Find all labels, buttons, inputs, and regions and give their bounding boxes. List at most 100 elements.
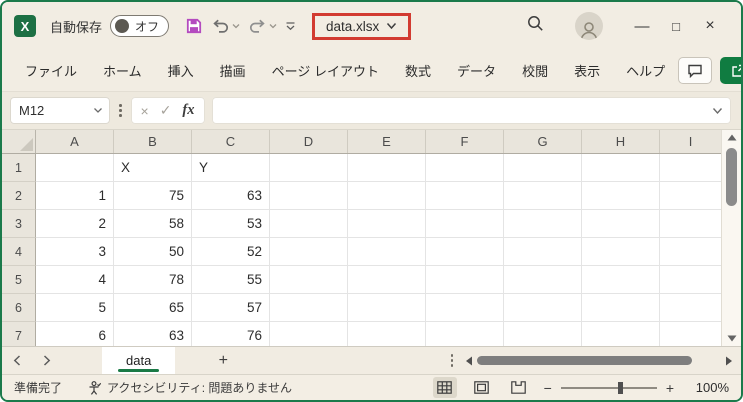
zoom-level[interactable]: 100% bbox=[687, 380, 729, 395]
account-avatar[interactable] bbox=[575, 12, 603, 40]
row-header-6[interactable]: 6 bbox=[2, 294, 36, 322]
ribbon-tab-8[interactable]: 校閲 bbox=[509, 53, 561, 88]
sheet-tab-data[interactable]: data bbox=[102, 347, 175, 374]
minimize-button[interactable]: — bbox=[625, 14, 659, 39]
enter-entry-icon[interactable]: ✓ bbox=[160, 102, 172, 119]
scroll-up-icon[interactable] bbox=[727, 134, 737, 141]
save-button[interactable] bbox=[183, 14, 205, 38]
cell-F6[interactable] bbox=[426, 294, 504, 322]
cell-D7[interactable] bbox=[270, 322, 348, 346]
redo-button[interactable] bbox=[246, 15, 279, 38]
accessibility-status[interactable]: アクセシビリティ: 問題ありません bbox=[88, 379, 292, 396]
column-header-E[interactable]: E bbox=[348, 130, 426, 153]
cell-A6[interactable]: 5 bbox=[36, 294, 114, 322]
comments-button[interactable] bbox=[678, 57, 712, 84]
cell-E5[interactable] bbox=[348, 266, 426, 294]
ribbon-tab-2[interactable]: ホーム bbox=[90, 53, 155, 88]
row-header-3[interactable]: 3 bbox=[2, 210, 36, 238]
scroll-right-icon[interactable] bbox=[725, 356, 733, 366]
cell-D5[interactable] bbox=[270, 266, 348, 294]
cell-I1[interactable] bbox=[660, 154, 721, 182]
cell-B4[interactable]: 50 bbox=[114, 238, 192, 266]
cell-F4[interactable] bbox=[426, 238, 504, 266]
cell-H1[interactable] bbox=[582, 154, 660, 182]
column-header-F[interactable]: F bbox=[426, 130, 504, 153]
cell-D4[interactable] bbox=[270, 238, 348, 266]
ribbon-tab-4[interactable]: 描画 bbox=[207, 53, 259, 88]
cell-B2[interactable]: 75 bbox=[114, 182, 192, 210]
name-box-dropdown-icon[interactable] bbox=[93, 107, 103, 114]
cell-F2[interactable] bbox=[426, 182, 504, 210]
cell-H3[interactable] bbox=[582, 210, 660, 238]
zoom-out-button[interactable]: − bbox=[544, 380, 552, 396]
cell-H5[interactable] bbox=[582, 266, 660, 294]
cell-C2[interactable]: 63 bbox=[192, 182, 270, 210]
cell-F7[interactable] bbox=[426, 322, 504, 346]
vertical-scrollbar[interactable] bbox=[721, 130, 741, 346]
name-box[interactable]: M12 bbox=[10, 97, 110, 124]
cell-C5[interactable]: 55 bbox=[192, 266, 270, 294]
cell-A1[interactable] bbox=[36, 154, 114, 182]
horizontal-scrollbar-track[interactable] bbox=[477, 356, 721, 366]
column-header-B[interactable]: B bbox=[114, 130, 192, 153]
expand-formula-bar-icon[interactable] bbox=[712, 107, 723, 115]
zoom-slider[interactable] bbox=[561, 387, 657, 389]
normal-view-button[interactable] bbox=[433, 377, 457, 398]
ribbon-tab-6[interactable]: 数式 bbox=[392, 53, 444, 88]
row-header-1[interactable]: 1 bbox=[2, 154, 36, 182]
cell-I3[interactable] bbox=[660, 210, 721, 238]
page-layout-view-button[interactable] bbox=[470, 377, 494, 398]
column-header-C[interactable]: C bbox=[192, 130, 270, 153]
cell-H4[interactable] bbox=[582, 238, 660, 266]
horizontal-scrollbar[interactable] bbox=[465, 356, 733, 366]
cell-A3[interactable]: 2 bbox=[36, 210, 114, 238]
cell-B7[interactable]: 63 bbox=[114, 322, 192, 346]
page-break-preview-button[interactable] bbox=[507, 377, 531, 398]
cell-A5[interactable]: 4 bbox=[36, 266, 114, 294]
cell-A2[interactable]: 1 bbox=[36, 182, 114, 210]
vertical-scrollbar-thumb[interactable] bbox=[726, 148, 737, 206]
cell-E4[interactable] bbox=[348, 238, 426, 266]
ribbon-tab-5[interactable]: ページ レイアウト bbox=[259, 53, 392, 88]
ribbon-tab-10[interactable]: ヘルプ bbox=[613, 53, 678, 88]
autosave-toggle[interactable]: オフ bbox=[110, 15, 169, 37]
scroll-down-icon[interactable] bbox=[727, 335, 737, 342]
cell-H7[interactable] bbox=[582, 322, 660, 346]
previous-sheet-button[interactable] bbox=[2, 347, 32, 374]
zoom-in-button[interactable]: + bbox=[666, 380, 674, 396]
horizontal-scrollbar-thumb[interactable] bbox=[477, 356, 692, 365]
cell-C1[interactable]: Y bbox=[192, 154, 270, 182]
zoom-slider-thumb[interactable] bbox=[618, 382, 623, 394]
cell-E6[interactable] bbox=[348, 294, 426, 322]
cell-B6[interactable]: 65 bbox=[114, 294, 192, 322]
cell-F1[interactable] bbox=[426, 154, 504, 182]
cell-B5[interactable]: 78 bbox=[114, 266, 192, 294]
select-all-button[interactable] bbox=[2, 130, 36, 153]
filename-dropdown-icon[interactable] bbox=[386, 22, 397, 30]
cell-D1[interactable] bbox=[270, 154, 348, 182]
cell-I5[interactable] bbox=[660, 266, 721, 294]
maximize-button[interactable]: □ bbox=[659, 15, 693, 38]
insert-function-icon[interactable]: fx bbox=[182, 102, 194, 119]
column-header-I[interactable]: I bbox=[660, 130, 721, 153]
customize-qat-button[interactable] bbox=[283, 18, 298, 34]
ribbon-tab-7[interactable]: データ bbox=[444, 53, 509, 88]
cell-G4[interactable] bbox=[504, 238, 582, 266]
cell-D6[interactable] bbox=[270, 294, 348, 322]
ribbon-tab-9[interactable]: 表示 bbox=[561, 53, 613, 88]
column-header-D[interactable]: D bbox=[270, 130, 348, 153]
close-button[interactable]: × bbox=[693, 13, 727, 39]
formula-input[interactable] bbox=[212, 97, 731, 124]
undo-button[interactable] bbox=[209, 15, 242, 38]
cell-H2[interactable] bbox=[582, 182, 660, 210]
column-header-H[interactable]: H bbox=[582, 130, 660, 153]
next-sheet-button[interactable] bbox=[32, 347, 62, 374]
cell-A4[interactable]: 3 bbox=[36, 238, 114, 266]
cell-H6[interactable] bbox=[582, 294, 660, 322]
cell-C7[interactable]: 76 bbox=[192, 322, 270, 346]
row-header-7[interactable]: 7 bbox=[2, 322, 36, 346]
add-sheet-button[interactable]: + bbox=[203, 347, 243, 374]
cell-I7[interactable] bbox=[660, 322, 721, 346]
cell-D2[interactable] bbox=[270, 182, 348, 210]
document-title[interactable]: data.xlsx bbox=[326, 19, 379, 34]
